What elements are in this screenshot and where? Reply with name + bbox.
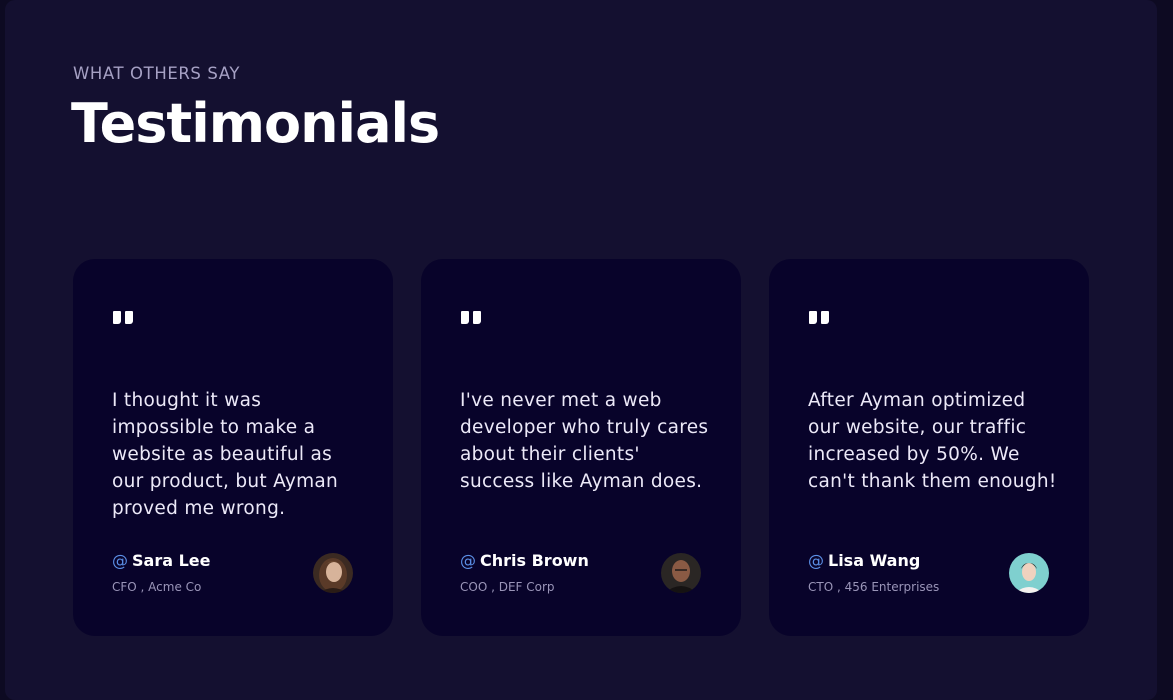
avatar-photo-icon [1009,553,1049,593]
avatar [1009,553,1049,593]
author-name: Lisa Wang [828,551,921,570]
author-role: COO , DEF Corp [460,580,555,594]
author-role: CTO , 456 Enterprises [808,580,940,594]
testimonial-quote: I've never met a web developer who truly… [460,390,709,492]
testimonial-author: @ Sara Lee [112,551,210,570]
avatar [661,553,701,593]
author-name: Sara Lee [132,551,211,570]
testimonial-quote: After Ayman optimized our website, our t… [808,390,1057,492]
testimonial-card: I've never met a web developer who truly… [421,259,741,636]
quote-icon [461,311,483,325]
avatar-photo-icon [661,553,701,593]
section-title: Testimonials [71,92,440,155]
at-symbol: @ [460,551,476,570]
testimonials-section: WHAT OTHERS SAY Testimonials I thought i… [5,0,1157,700]
avatar [313,553,353,593]
avatar-photo-icon [313,553,353,593]
testimonial-quote: I thought it was impossible to make a we… [112,390,339,519]
testimonial-author: @ Lisa Wang [808,551,920,570]
testimonial-card: After Ayman optimized our website, our t… [769,259,1089,636]
quote-icon [809,311,831,325]
at-symbol: @ [808,551,824,570]
author-role: CFO , Acme Co [112,580,202,594]
section-eyebrow: WHAT OTHERS SAY [73,64,240,83]
testimonial-card: I thought it was impossible to make a we… [73,259,393,636]
at-symbol: @ [112,551,128,570]
quote-icon [113,311,135,325]
testimonial-author: @ Chris Brown [460,551,589,570]
author-name: Chris Brown [480,551,589,570]
